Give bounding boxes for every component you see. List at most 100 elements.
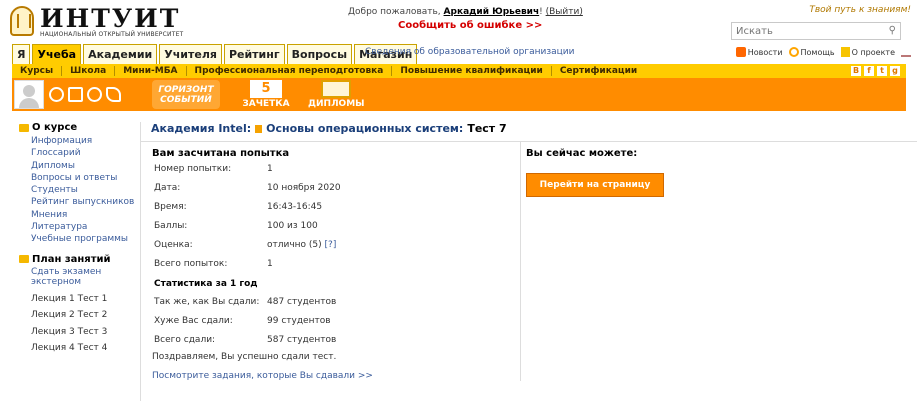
search-input[interactable] xyxy=(732,23,877,39)
row-label: Дата: xyxy=(154,183,181,193)
tab-teachers[interactable]: Учителя xyxy=(159,44,222,64)
result-row-attempt: Номер попытки: 1 xyxy=(154,164,273,174)
result-row-grade: Оценка: отлично (5) [?] xyxy=(154,240,336,250)
submenu-courses[interactable]: Курсы xyxy=(12,66,63,76)
help-link[interactable]: Помощь xyxy=(788,47,835,57)
result-panel: Вам засчитана попытка Номер попытки: 1 Да… xyxy=(140,141,521,381)
rss-icon xyxy=(735,47,746,57)
row-value: 587 студентов xyxy=(267,335,337,345)
row-value: 487 студентов xyxy=(267,297,337,307)
breadcrumb-academy[interactable]: Академия Intel: xyxy=(151,122,251,135)
row-value: отлично (5) xyxy=(267,240,322,250)
intuit-logo[interactable]: ИНТУИТ НАЦИОНАЛЬНЫЙ ОТКРЫТЫЙ УНИВЕРСИТЕТ xyxy=(10,4,183,42)
horizon-line2: СОБЫТИЙ xyxy=(160,95,212,105)
gradebook-label: ЗАЧЕТКА xyxy=(242,99,290,109)
sidebar-item-lecture-2[interactable]: Лекция 2 Тест 2 xyxy=(19,310,144,321)
vk-icon[interactable]: B xyxy=(851,66,861,76)
tab-questions[interactable]: Вопросы xyxy=(286,44,353,64)
row-value: 1 xyxy=(267,164,273,174)
tab-me[interactable]: Я xyxy=(12,44,31,64)
news-link[interactable]: Новости xyxy=(735,47,783,57)
sidebar-link-reviews[interactable]: Мнения xyxy=(19,209,144,221)
tab-study[interactable]: Учеба xyxy=(32,44,82,64)
org-info-link[interactable]: Сведения об образовательной организации xyxy=(365,47,574,57)
breadcrumb-course[interactable]: Основы операционных систем: xyxy=(266,122,463,135)
breadcrumb-test: Тест 7 xyxy=(467,122,507,135)
stats-row-same: Так же, как Вы сдали: 487 студентов xyxy=(154,297,336,307)
orange-toolbar: ГОРИЗОНТ СОБЫТИЙ 5 ЗАЧЕТКА ДИПЛОМЫ xyxy=(12,78,906,111)
sidebar-item-lecture-3[interactable]: Лекция 3 Тест 3 xyxy=(19,327,144,338)
welcome-text: Добро пожаловать, Аркадий Юрьевич! (Выйт… xyxy=(348,7,583,17)
submenu-qualification[interactable]: Повышение квалификации xyxy=(392,66,552,76)
submenu-retraining[interactable]: Профессиональная переподготовка xyxy=(187,66,393,76)
tab-academies[interactable]: Академии xyxy=(83,44,158,64)
about-course-title: О курсе xyxy=(32,122,78,133)
horizon-line1: ГОРИЗОНТ xyxy=(158,85,214,95)
row-value: 16:43-16:45 xyxy=(267,202,323,212)
sidebar-item-external-exam[interactable]: Сдать экзамен экстерном xyxy=(19,267,144,288)
slogan: Твой путь к знаниям! xyxy=(809,5,911,15)
welcome-prefix: Добро пожаловать, xyxy=(348,7,441,17)
google-icon[interactable]: g xyxy=(890,66,900,76)
sidebar-link-glossary[interactable]: Глоссарий xyxy=(19,147,144,159)
row-label: Оценка: xyxy=(154,240,193,250)
sidebar-link-info[interactable]: Информация xyxy=(19,135,144,147)
mail-icon[interactable] xyxy=(68,87,83,102)
about-link[interactable]: О проекте xyxy=(840,47,895,57)
submenu-school[interactable]: Школа xyxy=(62,66,116,76)
sidebar-item-lecture-4[interactable]: Лекция 4 Тест 4 xyxy=(19,343,144,354)
twitter-icon[interactable]: t xyxy=(877,66,887,76)
sidebar-link-literature[interactable]: Литература xyxy=(19,221,144,233)
avatar[interactable] xyxy=(14,80,44,109)
grade-help-link[interactable]: [?] xyxy=(325,240,337,250)
view-tasks-link[interactable]: Посмотрите задания, которые Вы сдавали >… xyxy=(152,371,373,381)
folder-icon xyxy=(19,255,29,264)
user-name-link[interactable]: Аркадий Юрьевич xyxy=(444,7,540,17)
submenu-mini-mba[interactable]: Мини-МБА xyxy=(115,66,187,76)
gradebook-button[interactable]: 5 ЗАЧЕТКА xyxy=(242,79,290,110)
row-value: 99 студентов xyxy=(267,316,331,326)
row-label: Всего попыток: xyxy=(154,259,228,269)
row-label: Баллы: xyxy=(154,221,188,231)
result-row-time: Время: 16:43-16:45 xyxy=(154,202,322,212)
profile-icon[interactable] xyxy=(49,87,64,102)
logout-link[interactable]: (Выйти) xyxy=(546,7,583,17)
university-emblem-icon xyxy=(10,6,34,36)
sidebar-link-diplomas[interactable]: Дипломы xyxy=(19,160,144,172)
facebook-icon[interactable]: f xyxy=(864,66,874,76)
submenu-certification[interactable]: Сертификации xyxy=(552,66,645,76)
sidebar-link-graduates-rating[interactable]: Рейтинг выпускников xyxy=(19,196,144,208)
tab-rating[interactable]: Рейтинг xyxy=(223,44,285,64)
sidebar-link-students[interactable]: Студенты xyxy=(19,184,144,196)
diplomas-button[interactable]: ДИПЛОМЫ xyxy=(308,79,365,110)
lesson-plan-heading[interactable]: План занятий xyxy=(19,254,144,265)
sidebar-item-lecture-1[interactable]: Лекция 1 Тест 1 xyxy=(19,294,144,305)
horizon-events-button[interactable]: ГОРИЗОНТ СОБЫТИЙ xyxy=(152,80,220,109)
row-value: 1 xyxy=(267,259,273,269)
search-icon[interactable]: ⚲ xyxy=(889,25,896,36)
result-row-total-attempts: Всего попыток: 1 xyxy=(154,259,273,269)
congrats-text: Поздравляем, Вы успешно сдали тест. xyxy=(152,352,337,362)
report-error-link[interactable]: Сообщить об ошибке >> xyxy=(398,20,542,31)
sidebar-link-programs[interactable]: Учебные программы xyxy=(19,233,144,245)
row-label: Время: xyxy=(154,202,187,212)
row-label: Хуже Вас сдали: xyxy=(154,316,233,326)
submenu-bar: Курсы Школа Мини-МБА Профессиональная пе… xyxy=(12,64,906,78)
right-links: Новости Помощь О проекте xyxy=(735,47,911,57)
news-label: Новости xyxy=(747,47,783,57)
top-header: ИНТУИТ НАЦИОНАЛЬНЫЙ ОТКРЫТЫЙ УНИВЕРСИТЕТ… xyxy=(0,0,917,42)
row-value: 100 из 100 xyxy=(267,221,318,231)
result-title: Вам засчитана попытка xyxy=(152,148,290,159)
stats-row-total: Всего сдали: 587 студентов xyxy=(154,335,336,345)
about-course-heading[interactable]: О курсе xyxy=(19,122,144,133)
main-tabs: Я Учеба Академии Учителя Рейтинг Вопросы… xyxy=(12,44,419,64)
stats-row-worse: Хуже Вас сдали: 99 студентов xyxy=(154,316,331,326)
stats-title: Статистика за 1 год xyxy=(154,279,258,289)
lesson-plan-title: План занятий xyxy=(32,253,111,265)
sidebar-link-faq[interactable]: Вопросы и ответы xyxy=(19,172,144,184)
go-to-course-button[interactable]: Перейти на страницу курса xyxy=(526,173,664,212)
friends-icon[interactable] xyxy=(87,87,102,102)
logo-word: ИНТУИТ xyxy=(40,4,181,33)
sitemap-icon[interactable] xyxy=(901,47,911,57)
bookmark-icon[interactable] xyxy=(106,87,121,102)
